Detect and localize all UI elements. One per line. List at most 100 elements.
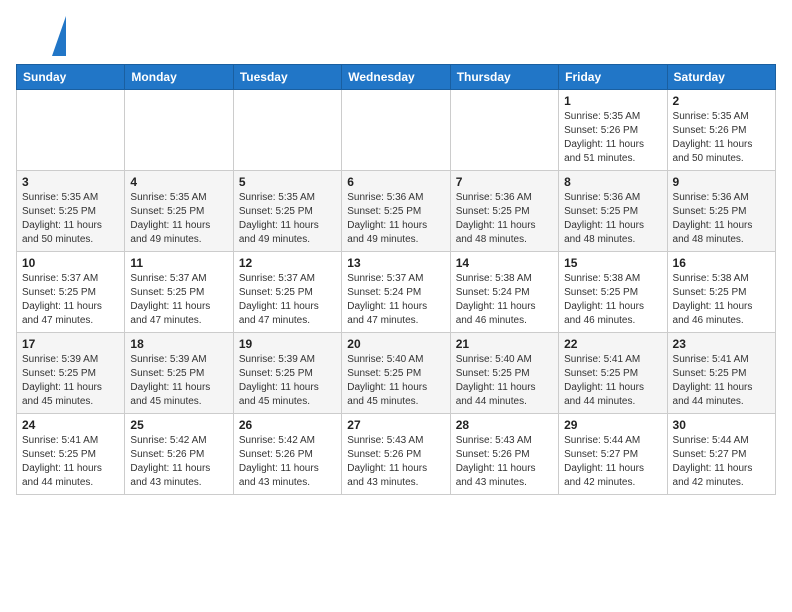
calendar-cell [233,90,341,171]
day-info: Sunrise: 5:35 AM Sunset: 5:25 PM Dayligh… [239,191,336,247]
calendar-cell: 25Sunrise: 5:42 AM Sunset: 5:26 PM Dayli… [125,414,233,495]
calendar-week-row: 1 Sunrise: 5:35 AM Sunset: 5:26 PM Daylig… [17,90,776,171]
day-number: 3 [22,175,119,189]
day-info: Sunrise: 5:44 AM Sunset: 5:27 PM Dayligh… [564,434,661,490]
day-info: Sunrise: 5:35 AM Sunset: 5:25 PM Dayligh… [22,191,119,247]
calendar-cell: 5 Sunrise: 5:35 AM Sunset: 5:25 PM Daylig… [233,171,341,252]
day-number: 10 [22,256,119,270]
calendar-cell: 12Sunrise: 5:37 AM Sunset: 5:25 PM Dayli… [233,252,341,333]
day-number: 24 [22,418,119,432]
day-number: 20 [347,337,444,351]
day-number: 19 [239,337,336,351]
logo [16,16,66,56]
day-info: Sunrise: 5:38 AM Sunset: 5:25 PM Dayligh… [564,272,661,328]
day-info: Sunrise: 5:44 AM Sunset: 5:27 PM Dayligh… [673,434,770,490]
day-info: Sunrise: 5:39 AM Sunset: 5:25 PM Dayligh… [130,353,227,409]
day-info: Sunrise: 5:36 AM Sunset: 5:25 PM Dayligh… [673,191,770,247]
calendar-cell: 18 Sunrise: 5:39 AM Sunset: 5:25 PM Dayli… [125,333,233,414]
day-number: 23 [673,337,770,351]
day-number: 28 [456,418,553,432]
calendar-cell: 10 Sunrise: 5:37 AM Sunset: 5:25 PM Dayli… [17,252,125,333]
calendar-cell: 13 Sunrise: 5:37 AM Sunset: 5:24 PM Dayli… [342,252,450,333]
calendar-cell: 1 Sunrise: 5:35 AM Sunset: 5:26 PM Daylig… [559,90,667,171]
day-number: 17 [22,337,119,351]
calendar-cell: 26Sunrise: 5:42 AM Sunset: 5:26 PM Dayli… [233,414,341,495]
calendar-cell: 21 Sunrise: 5:40 AM Sunset: 5:25 PM Dayli… [450,333,558,414]
day-number: 8 [564,175,661,189]
calendar-cell: 14 Sunrise: 5:38 AM Sunset: 5:24 PM Dayli… [450,252,558,333]
calendar-table: SundayMondayTuesdayWednesdayThursdayFrid… [16,64,776,495]
day-info: Sunrise: 5:35 AM Sunset: 5:25 PM Dayligh… [130,191,227,247]
day-number: 2 [673,94,770,108]
calendar-cell: 24 Sunrise: 5:41 AM Sunset: 5:25 PM Dayli… [17,414,125,495]
day-info: Sunrise: 5:40 AM Sunset: 5:25 PM Dayligh… [456,353,553,409]
day-info: Sunrise: 5:41 AM Sunset: 5:25 PM Dayligh… [564,353,661,409]
calendar-week-row: 17 Sunrise: 5:39 AM Sunset: 5:25 PM Dayli… [17,333,776,414]
calendar-cell: 8 Sunrise: 5:36 AM Sunset: 5:25 PM Daylig… [559,171,667,252]
calendar-cell [450,90,558,171]
day-info: Sunrise: 5:42 AM Sunset: 5:26 PM Dayligh… [239,434,336,490]
day-info: Sunrise: 5:43 AM Sunset: 5:26 PM Dayligh… [347,434,444,490]
day-number: 18 [130,337,227,351]
calendar-cell: 29 Sunrise: 5:44 AM Sunset: 5:27 PM Dayli… [559,414,667,495]
calendar-week-row: 3 Sunrise: 5:35 AM Sunset: 5:25 PM Daylig… [17,171,776,252]
day-number: 21 [456,337,553,351]
day-info: Sunrise: 5:40 AM Sunset: 5:25 PM Dayligh… [347,353,444,409]
calendar-week-row: 10 Sunrise: 5:37 AM Sunset: 5:25 PM Dayli… [17,252,776,333]
day-number: 1 [564,94,661,108]
day-info: Sunrise: 5:39 AM Sunset: 5:25 PM Dayligh… [239,353,336,409]
day-info: Sunrise: 5:37 AM Sunset: 5:25 PM Dayligh… [22,272,119,328]
calendar-cell [342,90,450,171]
calendar-cell: 4Sunrise: 5:35 AM Sunset: 5:25 PM Daylig… [125,171,233,252]
day-number: 14 [456,256,553,270]
day-info: Sunrise: 5:37 AM Sunset: 5:25 PM Dayligh… [130,272,227,328]
col-header-sunday: Sunday [17,65,125,90]
col-header-thursday: Thursday [450,65,558,90]
calendar-cell: 7 Sunrise: 5:36 AM Sunset: 5:25 PM Daylig… [450,171,558,252]
day-info: Sunrise: 5:36 AM Sunset: 5:25 PM Dayligh… [456,191,553,247]
col-header-wednesday: Wednesday [342,65,450,90]
calendar-cell: 11 Sunrise: 5:37 AM Sunset: 5:25 PM Dayli… [125,252,233,333]
day-number: 30 [673,418,770,432]
day-number: 16 [673,256,770,270]
calendar-cell: 22Sunrise: 5:41 AM Sunset: 5:25 PM Dayli… [559,333,667,414]
day-number: 6 [347,175,444,189]
day-number: 11 [130,256,227,270]
day-info: Sunrise: 5:36 AM Sunset: 5:25 PM Dayligh… [347,191,444,247]
day-info: Sunrise: 5:35 AM Sunset: 5:26 PM Dayligh… [673,110,770,166]
day-info: Sunrise: 5:43 AM Sunset: 5:26 PM Dayligh… [456,434,553,490]
calendar-cell [17,90,125,171]
day-number: 27 [347,418,444,432]
page-header [16,16,776,56]
calendar-cell: 15 Sunrise: 5:38 AM Sunset: 5:25 PM Dayli… [559,252,667,333]
day-number: 25 [130,418,227,432]
day-info: Sunrise: 5:41 AM Sunset: 5:25 PM Dayligh… [22,434,119,490]
day-info: Sunrise: 5:41 AM Sunset: 5:25 PM Dayligh… [673,353,770,409]
day-info: Sunrise: 5:37 AM Sunset: 5:24 PM Dayligh… [347,272,444,328]
day-number: 9 [673,175,770,189]
day-info: Sunrise: 5:36 AM Sunset: 5:25 PM Dayligh… [564,191,661,247]
calendar-cell: 3 Sunrise: 5:35 AM Sunset: 5:25 PM Daylig… [17,171,125,252]
day-info: Sunrise: 5:38 AM Sunset: 5:25 PM Dayligh… [673,272,770,328]
day-number: 13 [347,256,444,270]
calendar-week-row: 24 Sunrise: 5:41 AM Sunset: 5:25 PM Dayli… [17,414,776,495]
calendar-cell: 20 Sunrise: 5:40 AM Sunset: 5:25 PM Dayli… [342,333,450,414]
day-info: Sunrise: 5:38 AM Sunset: 5:24 PM Dayligh… [456,272,553,328]
calendar-cell: 9 Sunrise: 5:36 AM Sunset: 5:25 PM Daylig… [667,171,775,252]
calendar-cell: 6 Sunrise: 5:36 AM Sunset: 5:25 PM Daylig… [342,171,450,252]
day-number: 29 [564,418,661,432]
calendar-header-row: SundayMondayTuesdayWednesdayThursdayFrid… [17,65,776,90]
day-number: 15 [564,256,661,270]
calendar-cell: 2 Sunrise: 5:35 AM Sunset: 5:26 PM Daylig… [667,90,775,171]
calendar-cell: 17Sunrise: 5:39 AM Sunset: 5:25 PM Dayli… [17,333,125,414]
calendar-cell: 28 Sunrise: 5:43 AM Sunset: 5:26 PM Dayli… [450,414,558,495]
col-header-monday: Monday [125,65,233,90]
col-header-tuesday: Tuesday [233,65,341,90]
day-info: Sunrise: 5:35 AM Sunset: 5:26 PM Dayligh… [564,110,661,166]
col-header-saturday: Saturday [667,65,775,90]
day-number: 12 [239,256,336,270]
calendar-cell [125,90,233,171]
day-number: 5 [239,175,336,189]
day-number: 7 [456,175,553,189]
calendar-cell: 30 Sunrise: 5:44 AM Sunset: 5:27 PM Dayli… [667,414,775,495]
